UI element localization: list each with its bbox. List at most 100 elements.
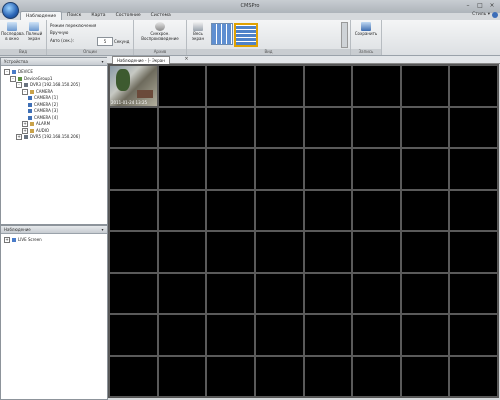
video-cell[interactable] — [352, 148, 401, 190]
video-cell[interactable] — [303, 272, 353, 314]
expand-toggle-icon[interactable]: - — [22, 88, 28, 95]
video-cell[interactable] — [400, 355, 450, 397]
video-cell[interactable] — [352, 314, 401, 356]
help-icon[interactable] — [492, 12, 498, 18]
video-cell[interactable] — [157, 65, 207, 107]
tab-live-view[interactable]: Наблюдение - [- Экран — [112, 56, 170, 64]
layout-gallery-scroll[interactable] — [341, 22, 348, 48]
video-cell[interactable] — [303, 148, 353, 190]
video-cell[interactable] — [206, 272, 255, 314]
video-cell[interactable] — [206, 314, 255, 356]
style-menu[interactable]: Стиль ▾ — [472, 12, 490, 17]
sequence-window-button[interactable]: Последова. в окно — [1, 22, 25, 41]
video-cell[interactable] — [400, 231, 450, 273]
video-cell[interactable] — [352, 272, 401, 314]
video-cell[interactable] — [254, 355, 304, 397]
video-cell[interactable] — [109, 272, 158, 314]
video-cell[interactable] — [206, 231, 255, 273]
video-cell-camera-1[interactable]: 2011-01-24 13:25 — [109, 65, 158, 107]
video-cell[interactable] — [303, 106, 353, 148]
sync-playback-button[interactable]: Синхрон. Воспроизведение — [137, 22, 183, 41]
tree-item[interactable]: + AUDIO — [22, 127, 49, 134]
tab-map[interactable]: Карта — [86, 11, 110, 20]
video-cell[interactable] — [303, 231, 353, 273]
tree-item[interactable]: - CAMERA — [22, 88, 53, 95]
expand-toggle-icon[interactable]: + — [22, 121, 28, 127]
video-cell[interactable] — [109, 148, 158, 190]
video-cell[interactable] — [303, 355, 353, 397]
video-cell[interactable] — [254, 314, 304, 356]
video-cell[interactable] — [157, 314, 207, 356]
video-cell[interactable] — [206, 355, 255, 397]
tree-item[interactable]: + DVR5 [192.168.150.206] — [16, 134, 80, 140]
expand-toggle-icon[interactable]: + — [4, 237, 10, 243]
video-cell[interactable] — [400, 189, 450, 231]
tree-item[interactable]: - DeviceGroup1 — [10, 75, 52, 82]
pin-icon[interactable]: ▾ — [100, 59, 105, 64]
video-cell[interactable] — [206, 106, 255, 148]
video-cell[interactable] — [254, 65, 304, 107]
video-cell[interactable] — [400, 65, 450, 107]
video-cell[interactable] — [400, 314, 450, 356]
tree-item[interactable]: + ALARM — [22, 121, 50, 127]
save-button[interactable]: Сохранить — [354, 22, 378, 37]
video-cell[interactable] — [303, 314, 353, 356]
video-cell[interactable] — [109, 231, 158, 273]
video-cell[interactable] — [352, 355, 401, 397]
video-cell[interactable] — [109, 355, 158, 397]
app-menu-orb-icon[interactable] — [2, 2, 19, 19]
tree-item[interactable]: CAMERA [3] — [28, 108, 58, 114]
video-cell[interactable] — [352, 231, 401, 273]
tree-item[interactable]: + LIVE Screen — [4, 237, 42, 243]
manual-option[interactable]: Вручную — [50, 30, 68, 35]
fullscreen-button[interactable]: Полный экран — [23, 22, 45, 41]
close-button[interactable]: × — [487, 2, 497, 10]
tree-item[interactable]: - DEVICE — [4, 69, 33, 75]
tree-item[interactable]: CAMERA [4] — [28, 115, 58, 121]
video-cell[interactable] — [157, 355, 207, 397]
video-cell[interactable] — [449, 106, 498, 148]
video-cell[interactable] — [254, 272, 304, 314]
video-cell[interactable] — [352, 106, 401, 148]
tab-status[interactable]: Состояние — [111, 11, 146, 20]
video-cell[interactable] — [254, 231, 304, 273]
video-cell[interactable] — [109, 106, 158, 148]
tree-item[interactable]: - DVR3 [192.168.150.205] — [16, 82, 80, 88]
video-cell[interactable] — [352, 189, 401, 231]
video-cell[interactable] — [303, 189, 353, 231]
video-cell[interactable] — [352, 65, 401, 107]
video-cell[interactable] — [206, 148, 255, 190]
video-cell[interactable] — [157, 272, 207, 314]
video-cell[interactable] — [157, 189, 207, 231]
video-cell[interactable] — [157, 231, 207, 273]
video-cell[interactable] — [206, 65, 255, 107]
close-tab-icon[interactable]: × — [183, 56, 190, 63]
all-screens-button[interactable]: Весь экран — [188, 22, 208, 41]
expand-toggle-icon[interactable]: + — [22, 127, 28, 134]
video-cell[interactable] — [400, 106, 450, 148]
auto-seconds-spinner[interactable]: 5 — [97, 37, 113, 46]
video-cell[interactable] — [449, 231, 498, 273]
video-cell[interactable] — [109, 314, 158, 356]
video-cell[interactable] — [449, 65, 498, 107]
layout-grid-icon[interactable] — [211, 23, 233, 45]
expand-toggle-icon[interactable]: - — [4, 69, 10, 75]
video-cell[interactable] — [400, 148, 450, 190]
video-cell[interactable] — [449, 272, 498, 314]
video-cell[interactable] — [254, 189, 304, 231]
video-cell[interactable] — [449, 314, 498, 356]
tab-search[interactable]: Поиск — [62, 11, 86, 20]
expand-toggle-icon[interactable]: - — [16, 82, 22, 88]
video-cell[interactable] — [157, 148, 207, 190]
tree-item[interactable]: CAMERA [2] — [28, 102, 58, 108]
video-cell[interactable] — [254, 148, 304, 190]
video-cell[interactable] — [449, 189, 498, 231]
video-cell[interactable] — [449, 148, 498, 190]
video-cell[interactable] — [254, 106, 304, 148]
tab-system[interactable]: Система — [146, 11, 176, 20]
layout-grid-8x8-icon[interactable] — [234, 23, 258, 47]
maximize-button[interactable]: □ — [475, 2, 485, 10]
video-cell[interactable] — [303, 65, 353, 107]
tree-item[interactable]: CAMERA [1] — [28, 95, 58, 101]
video-cell[interactable] — [109, 189, 158, 231]
